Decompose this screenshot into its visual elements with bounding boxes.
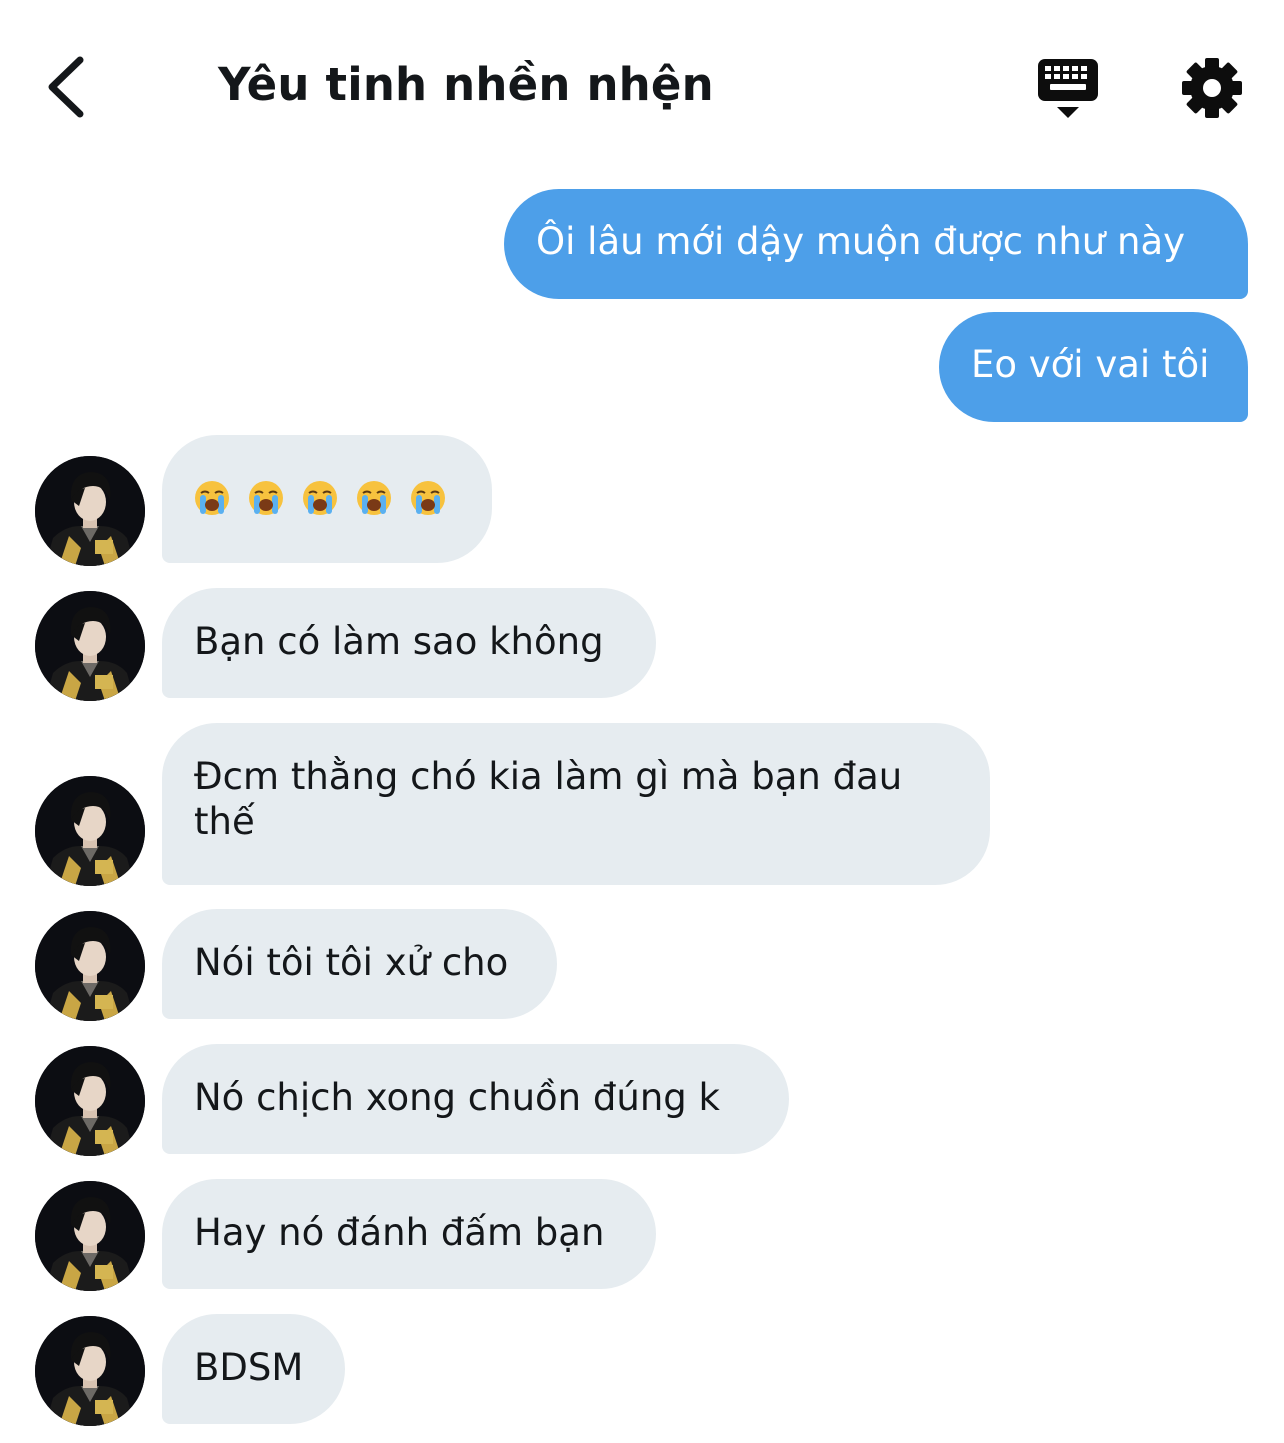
message-text: Eo với vai tôi (971, 343, 1210, 386)
contact-avatar[interactable] (35, 776, 145, 886)
back-button[interactable] (38, 52, 98, 122)
sent-message[interactable]: Ôi lâu mới dậy muộn được như này (504, 189, 1248, 299)
contact-avatar[interactable] (35, 1316, 145, 1426)
keyboard-toggle-button[interactable] (1034, 56, 1102, 122)
loudly-crying-face-icon (249, 481, 283, 515)
received-message[interactable]: Nó chịch xong chuồn đúng k (162, 1044, 789, 1154)
gear-icon (1182, 58, 1242, 118)
conversation-header: Yêu tinh nhền nhện (0, 0, 1284, 170)
loudly-crying-face-icon (411, 481, 445, 515)
loudly-crying-face-icon (195, 481, 229, 515)
conversation-title[interactable]: Yêu tinh nhền nhện (218, 58, 714, 111)
keyboard-icon (1038, 59, 1098, 118)
message-text: Nó chịch xong chuồn đúng k (194, 1076, 720, 1119)
chevron-left-icon (48, 56, 84, 118)
message-text: BDSM (194, 1346, 304, 1389)
contact-avatar[interactable] (35, 1181, 145, 1291)
contact-avatar[interactable] (35, 456, 145, 566)
contact-avatar[interactable] (35, 1046, 145, 1156)
loudly-crying-face-icon (303, 481, 337, 515)
settings-button[interactable] (1180, 56, 1244, 120)
received-message[interactable] (162, 435, 492, 563)
emoji-row (194, 466, 460, 516)
message-text: Ôi lâu mới dậy muộn được như này (536, 220, 1186, 263)
received-message[interactable]: Đcm thằng chó kia làm gì mà bạn đau thế (162, 723, 990, 885)
contact-avatar[interactable] (35, 911, 145, 1021)
message-text: Nói tôi tôi xử cho (194, 941, 509, 984)
message-text: Hay nó đánh đấm bạn (194, 1211, 605, 1254)
received-message[interactable]: BDSM (162, 1314, 345, 1424)
received-message[interactable]: Nói tôi tôi xử cho (162, 909, 557, 1019)
message-text: Bạn có làm sao không (194, 620, 604, 663)
received-message[interactable]: Bạn có làm sao không (162, 588, 656, 698)
sent-message[interactable]: Eo với vai tôi (939, 312, 1248, 422)
loudly-crying-face-icon (357, 481, 391, 515)
message-text: Đcm thằng chó kia làm gì mà bạn đau thế (194, 755, 903, 843)
received-message[interactable]: Hay nó đánh đấm bạn (162, 1179, 656, 1289)
contact-avatar[interactable] (35, 591, 145, 701)
